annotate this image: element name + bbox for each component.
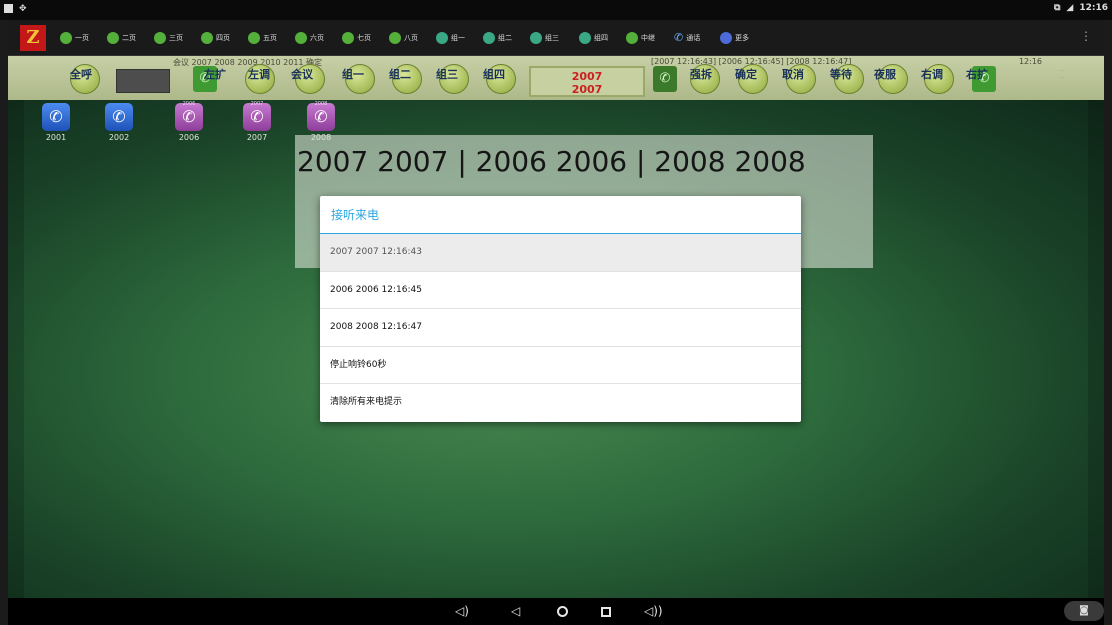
group3-label: 组三 xyxy=(436,68,458,81)
tab-group-3[interactable]: 组三 xyxy=(530,31,559,45)
cast-icon: ⧉ xyxy=(1053,3,1061,13)
night-label: 夜服 xyxy=(874,68,896,81)
home-icon[interactable] xyxy=(557,606,568,617)
phone-dot-icon xyxy=(201,32,213,44)
tab-group-4[interactable]: 组四 xyxy=(579,31,608,45)
all-call-label: 全呼 xyxy=(70,68,92,81)
group1-label: 组一 xyxy=(342,68,364,81)
phone-dot-icon xyxy=(60,32,72,44)
force-break-label: 强拆 xyxy=(690,68,712,81)
tab-page-4[interactable]: 四页 xyxy=(201,31,230,45)
ringing-phone-icon: ✆ xyxy=(243,103,271,131)
tab-page-7[interactable]: 七页 xyxy=(342,31,371,45)
selected-line-2: 2007 xyxy=(571,83,603,96)
group2-label: 组二 xyxy=(389,68,411,81)
tab-trunk[interactable]: 中继 xyxy=(626,31,655,45)
dialog-item-stop-ringing[interactable]: 停止响铃60秒 xyxy=(320,347,801,385)
notification-icon xyxy=(4,4,13,13)
input-display-box[interactable] xyxy=(116,69,170,93)
wait-label: 等待 xyxy=(830,68,852,81)
control-clock: 12:16 xyxy=(1018,57,1042,66)
conference-label: 会议 xyxy=(291,68,313,81)
gear-icon xyxy=(720,32,732,44)
right-expand-button[interactable]: 右扩 xyxy=(966,66,988,82)
ringing-phone-icon: ✆ xyxy=(175,103,203,131)
back-icon[interactable]: ◁ xyxy=(511,604,520,618)
left-expand-button[interactable]: 左扩 xyxy=(204,66,226,82)
app-logo: Z xyxy=(20,25,46,51)
extension-2007[interactable]: 2007 ✆ 2007 xyxy=(242,101,272,142)
right-edge-panel xyxy=(1088,100,1104,598)
recents-icon[interactable] xyxy=(601,607,611,617)
phone-dot-icon xyxy=(295,32,307,44)
page-tab-bar: Z 一页 二页 三页 四页 五页 六页 七页 八页 组一 组二 组三 组四 中继… xyxy=(8,20,1104,56)
dialog-item-call-2008[interactable]: 2008 2008 12:16:47 xyxy=(320,309,801,347)
left-edge-panel xyxy=(8,100,24,598)
usb-icon: ✥ xyxy=(19,4,27,14)
tab-page-5[interactable]: 五页 xyxy=(248,31,277,45)
group-dot-icon xyxy=(436,32,448,44)
tab-group-2[interactable]: 组二 xyxy=(483,31,512,45)
group4-label: 组四 xyxy=(483,68,505,81)
extension-2006[interactable]: 2006 ✆ 2006 xyxy=(174,101,204,142)
phone-icon: ✆ xyxy=(105,103,133,131)
status-time: 12:16 xyxy=(1079,3,1108,13)
phone-dot-icon xyxy=(342,32,354,44)
tab-page-2[interactable]: 二页 xyxy=(107,31,136,45)
phone-dot-icon xyxy=(626,32,638,44)
ringing-phone-icon: ✆ xyxy=(307,103,335,131)
volume-up-icon[interactable]: ◁)) xyxy=(644,604,663,618)
extension-2001[interactable]: ✆ 2001 xyxy=(41,103,71,142)
volume-down-icon[interactable]: ◁) xyxy=(455,604,469,618)
confirm-label: 确定 xyxy=(735,68,757,81)
selected-extension-display: 2007 2007 xyxy=(529,66,645,97)
phone-dot-icon xyxy=(389,32,401,44)
phone-dot-icon xyxy=(154,32,166,44)
left-frame xyxy=(0,20,8,625)
group-dot-icon xyxy=(530,32,542,44)
handset-icon: ✆ xyxy=(674,31,684,44)
faint-status-text: ··· ··· xyxy=(1059,68,1064,81)
navigation-bar: ◁) ◁ ◁)) ◙ xyxy=(8,598,1104,625)
left-adjust-label: 左调 xyxy=(248,68,270,81)
dialog-title: 接听来电 xyxy=(320,196,801,234)
tab-page-3[interactable]: 三页 xyxy=(154,31,183,45)
signal-icon: ◢ xyxy=(1066,3,1074,13)
dialog-item-call-2006[interactable]: 2006 2006 12:16:45 xyxy=(320,272,801,310)
overflow-menu-icon[interactable]: ⋮ xyxy=(1080,30,1092,42)
tab-page-1[interactable]: 一页 xyxy=(60,31,89,45)
phone-dot-icon xyxy=(107,32,119,44)
right-frame xyxy=(1104,20,1112,625)
answer-call-dialog: 接听来电 2007 2007 12:16:43 2006 2006 12:16:… xyxy=(320,196,801,422)
cancel-label: 取消 xyxy=(782,68,804,81)
banner-text: 2007 2007 | 2006 2006 | 2008 2008 xyxy=(297,145,806,178)
extension-2002[interactable]: ✆ 2002 xyxy=(104,103,134,142)
phone-dot-icon xyxy=(248,32,260,44)
group-dot-icon xyxy=(579,32,591,44)
dialog-item-clear-alerts[interactable]: 清除所有来电提示 xyxy=(320,384,801,422)
tab-more[interactable]: 更多 xyxy=(720,31,749,45)
tab-group-1[interactable]: 组一 xyxy=(436,31,465,45)
screenshot-icon[interactable]: ◙ xyxy=(1064,601,1104,621)
group-dot-icon xyxy=(483,32,495,44)
tab-call[interactable]: ✆ 通话 xyxy=(674,31,700,45)
tab-page-8[interactable]: 八页 xyxy=(389,31,418,45)
right-adjust-label: 右调 xyxy=(921,68,943,81)
screen: ✥ ⧉ ◢ 12:16 Z 一页 二页 三页 四页 五页 六页 七页 八页 组一… xyxy=(0,0,1112,625)
tab-page-6[interactable]: 六页 xyxy=(295,31,324,45)
selected-line-1: 2007 xyxy=(571,70,603,83)
control-bar: 会议 2007 2008 2009 2010 2011 确定 [2007 12:… xyxy=(8,56,1104,100)
dialog-item-call-2007[interactable]: 2007 2007 12:16:43 xyxy=(320,234,801,272)
phone-icon: ✆ xyxy=(42,103,70,131)
handset-icon: ✆ xyxy=(653,66,677,92)
status-bar: ✥ ⧉ ◢ 12:16 xyxy=(0,0,1112,20)
